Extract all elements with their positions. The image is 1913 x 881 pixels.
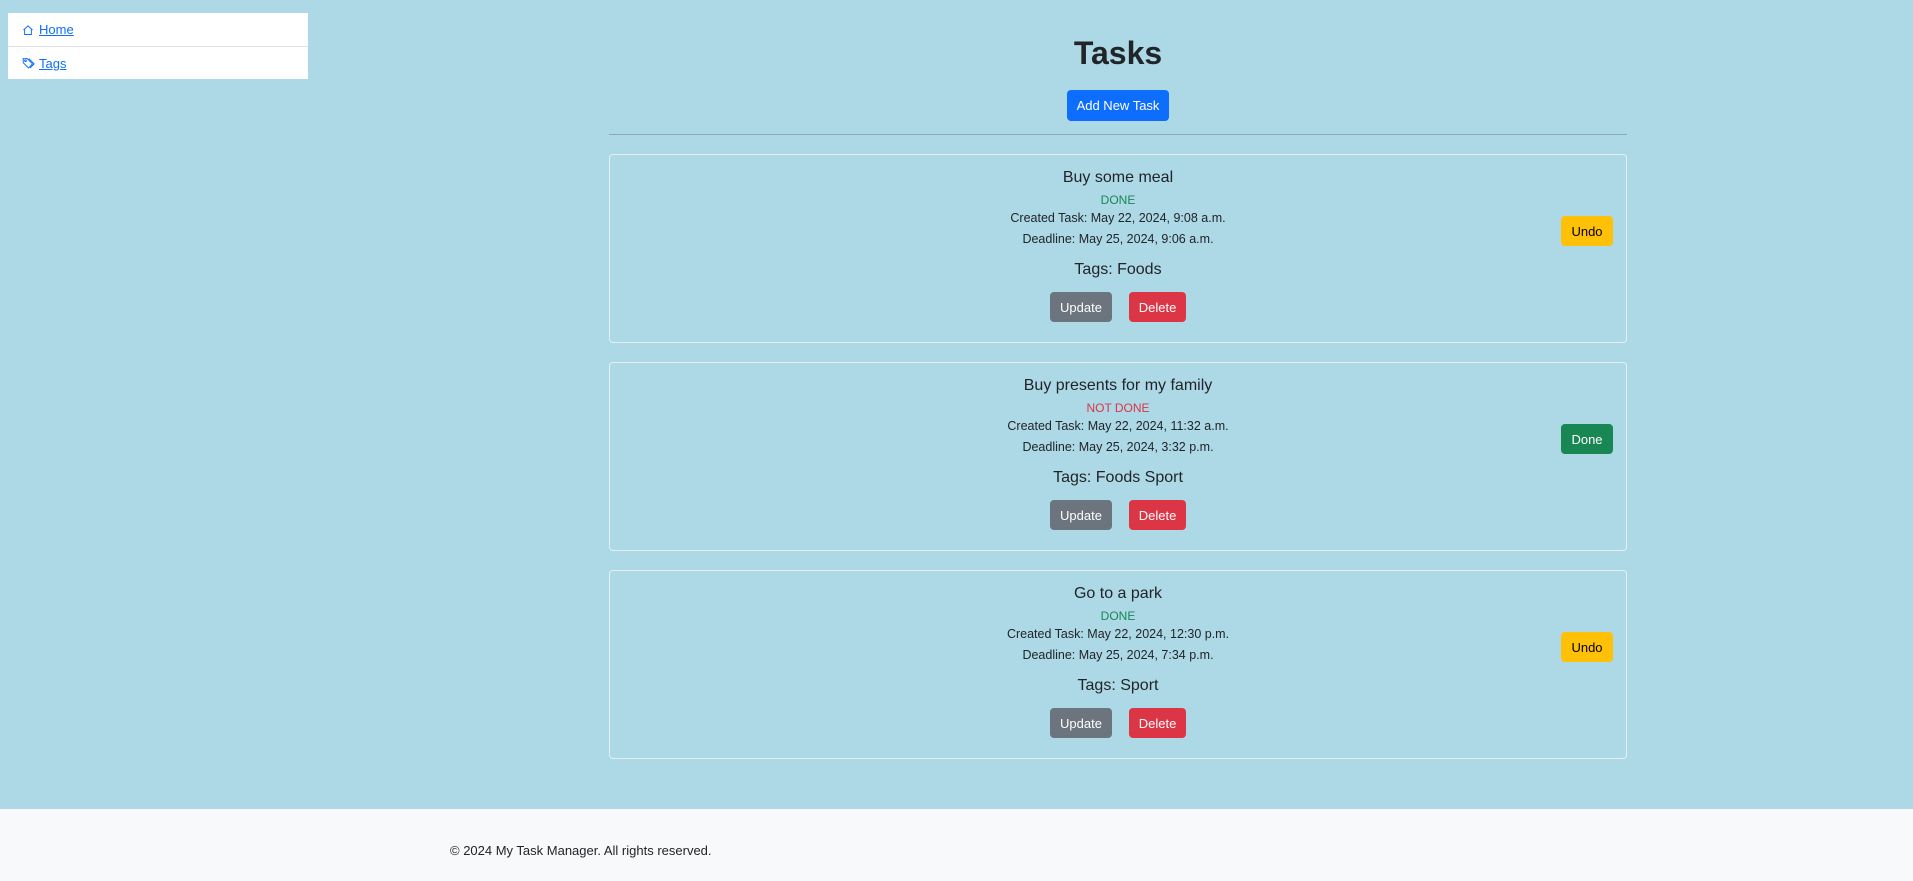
task-card: Go to a park DONE Created Task: May 22, … [609, 570, 1627, 759]
divider [609, 134, 1627, 135]
sidebar: Home Tags [8, 13, 308, 79]
task-title: Buy some meal [1062, 169, 1174, 186]
task-created: Created Task: May 22, 2024, 12:30 p.m. [1006, 627, 1230, 641]
delete-button[interactable]: Delete [1129, 500, 1186, 530]
done-button[interactable]: Done [1561, 424, 1613, 454]
task-card: Buy presents for my family NOT DONE Crea… [609, 362, 1627, 551]
task-status: DONE [1100, 193, 1136, 207]
task-title: Go to a park [1073, 585, 1163, 602]
task-tags: Tags: Foods Sport [1053, 469, 1183, 486]
task-status: NOT DONE [1086, 401, 1150, 415]
delete-button[interactable]: Delete [1129, 708, 1186, 738]
add-new-task-button[interactable]: Add New Task [1066, 90, 1170, 121]
task-created: Created Task: May 22, 2024, 11:32 a.m. [1007, 419, 1229, 433]
task-card: Buy some meal DONE Created Task: May 22,… [609, 154, 1627, 343]
task-tags: Tags: Sport [1077, 677, 1159, 694]
sidebar-item-home[interactable]: Home [8, 13, 308, 46]
undo-button[interactable]: Undo [1561, 216, 1613, 246]
page-title: Tasks [1073, 35, 1163, 71]
sidebar-item-label[interactable]: Home [39, 22, 74, 37]
update-button[interactable]: Update [1050, 292, 1112, 322]
sidebar-item-tags[interactable]: Tags [8, 46, 308, 79]
update-button[interactable]: Update [1050, 708, 1112, 738]
task-created: Created Task: May 22, 2024, 9:08 a.m. [1010, 211, 1226, 225]
task-deadline: Deadline: May 25, 2024, 9:06 a.m. [1022, 232, 1214, 246]
task-deadline: Deadline: May 25, 2024, 3:32 p.m. [1022, 440, 1214, 454]
footer-copyright: © 2024 My Task Manager. All rights reser… [450, 843, 712, 858]
tag-icon [21, 56, 35, 70]
task-tags: Tags: Foods [1074, 261, 1162, 278]
update-button[interactable]: Update [1050, 500, 1112, 530]
task-deadline: Deadline: May 25, 2024, 7:34 p.m. [1022, 648, 1214, 662]
undo-button[interactable]: Undo [1561, 632, 1613, 662]
footer: © 2024 My Task Manager. All rights reser… [0, 809, 1913, 881]
task-status: DONE [1100, 609, 1136, 623]
delete-button[interactable]: Delete [1129, 292, 1186, 322]
home-icon [21, 23, 35, 37]
task-title: Buy presents for my family [1023, 377, 1213, 394]
sidebar-item-label[interactable]: Tags [39, 56, 66, 71]
main-content: Tasks Add New Task Buy some meal DONE Cr… [609, 0, 1627, 759]
